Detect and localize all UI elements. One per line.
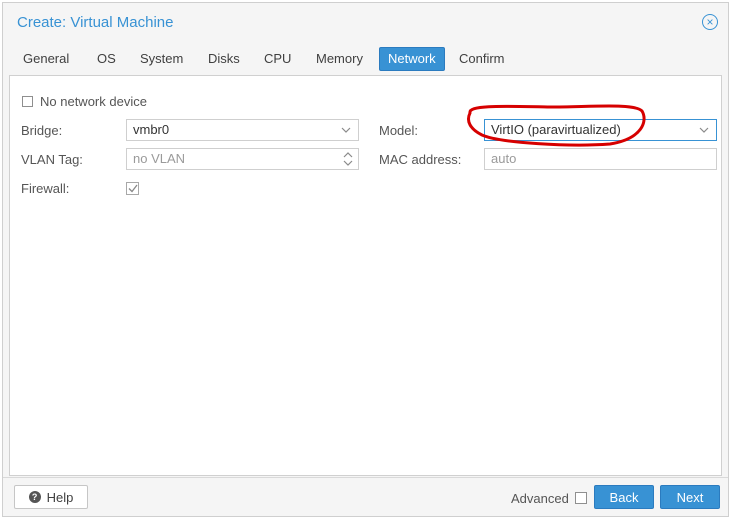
firewall-label: Firewall: xyxy=(21,181,70,196)
dialog-title: Create: Virtual Machine xyxy=(17,14,174,31)
checkmark-icon xyxy=(128,184,138,193)
next-button[interactable]: Next xyxy=(660,485,720,509)
vlan-input[interactable]: no VLAN xyxy=(126,148,359,170)
chevron-down-icon[interactable] xyxy=(340,120,352,140)
dialog-window: Create: Virtual Machine × General OS Sys… xyxy=(2,2,729,517)
no-network-label: No network device xyxy=(40,94,147,109)
mac-label: MAC address: xyxy=(379,152,462,167)
titlebar: Create: Virtual Machine × xyxy=(3,3,728,39)
help-label: Help xyxy=(46,489,74,505)
bridge-label: Bridge: xyxy=(21,123,63,138)
chevron-down-icon[interactable] xyxy=(698,120,710,140)
no-network-checkbox[interactable] xyxy=(22,96,33,107)
tab-bar: General OS System Disks CPU Memory Netwo… xyxy=(3,47,728,73)
back-button[interactable]: Back xyxy=(594,485,654,509)
mac-placeholder: auto xyxy=(491,151,517,166)
tab-confirm[interactable]: Confirm xyxy=(451,47,513,71)
help-button[interactable]: ? Help xyxy=(14,485,88,509)
mac-input[interactable]: auto xyxy=(484,148,717,170)
tab-system[interactable]: System xyxy=(132,47,191,71)
tab-disks[interactable]: Disks xyxy=(200,47,248,71)
annotation-circle xyxy=(467,104,646,147)
dialog-footer: ? Help Advanced Back Next xyxy=(3,477,728,516)
model-label: Model: xyxy=(379,123,419,138)
tab-network[interactable]: Network xyxy=(379,47,445,71)
bridge-select[interactable]: vmbr0 xyxy=(126,119,359,141)
vlan-value: no VLAN xyxy=(133,151,186,166)
tab-memory[interactable]: Memory xyxy=(308,47,371,71)
tab-cpu[interactable]: CPU xyxy=(256,47,299,71)
vlan-label: VLAN Tag: xyxy=(21,152,83,167)
tab-general[interactable]: General xyxy=(15,47,77,71)
tab-os[interactable]: OS xyxy=(89,47,124,71)
advanced-checkbox[interactable] xyxy=(575,492,587,504)
spinner-arrows-icon[interactable] xyxy=(342,150,354,168)
advanced-label: Advanced xyxy=(511,491,569,506)
network-panel: No network device Bridge: vmbr0 VLAN Tag… xyxy=(9,75,722,476)
bridge-value: vmbr0 xyxy=(133,122,170,137)
question-circle-icon: ? xyxy=(28,491,41,503)
close-icon[interactable]: × xyxy=(702,14,718,30)
firewall-checkbox[interactable] xyxy=(126,182,139,195)
